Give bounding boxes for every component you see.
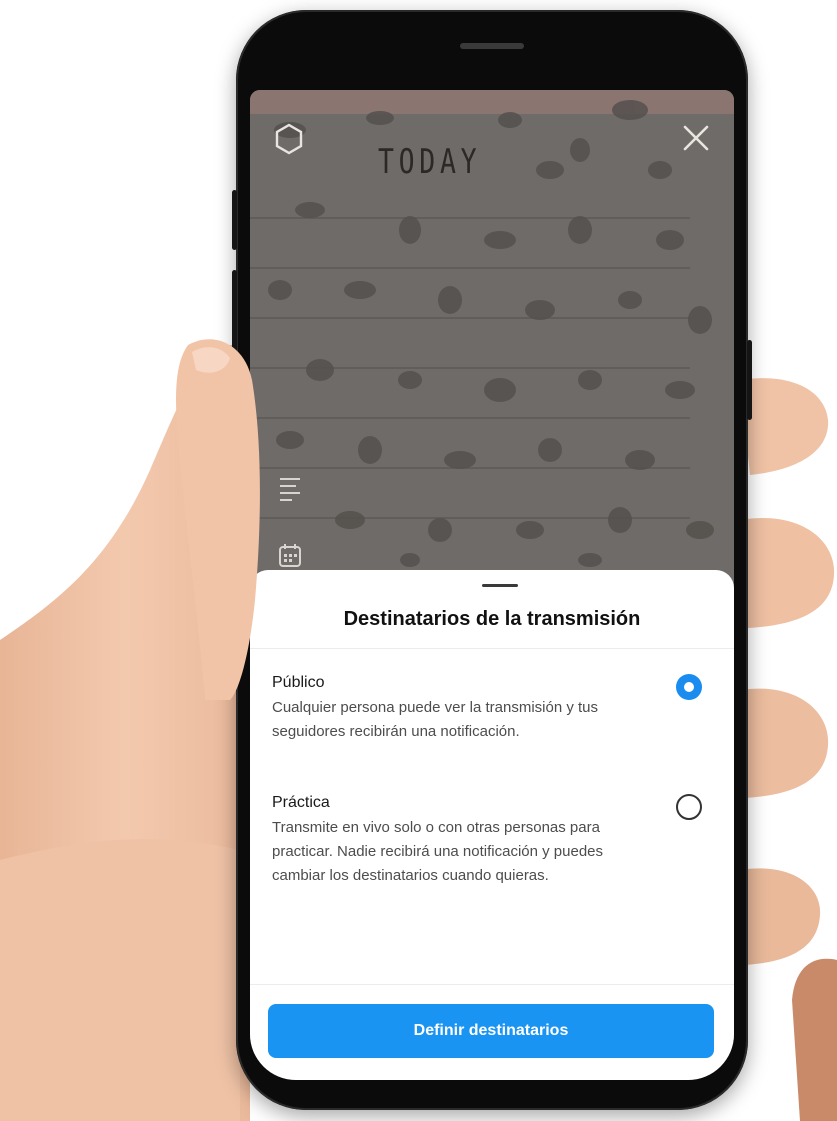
option-public-title: Público: [272, 674, 325, 691]
phone-screen: TODAY Destinatarios de la transmisión Pú…: [250, 90, 734, 1080]
footer-divider: [250, 984, 734, 985]
audience-bottom-sheet: Destinatarios de la transmisión Público …: [250, 570, 734, 1080]
option-practice-description: Transmite en vivo solo o con otras perso…: [272, 819, 604, 884]
photo-stage: TODAY Destinatarios de la transmisión Pú…: [0, 0, 837, 1121]
option-practice-title: Práctica: [272, 794, 330, 811]
close-icon[interactable]: [680, 122, 712, 154]
sheet-title: Destinatarios de la transmisión: [343, 608, 641, 630]
notebook-heading: TODAY: [378, 142, 482, 182]
volume-button-2: [232, 270, 237, 370]
title-divider: [250, 648, 734, 649]
sheet-drag-handle[interactable]: [482, 584, 518, 587]
smartphone: TODAY Destinatarios de la transmisión Pú…: [232, 10, 752, 1110]
earpiece: [460, 43, 524, 49]
option-public[interactable]: Público Cualquier persona puede ver la t…: [272, 672, 712, 744]
power-button: [747, 340, 752, 420]
define-audience-button[interactable]: Definir destinatarios: [268, 1004, 714, 1058]
option-public-description: Cualquier persona puede ver la transmisi…: [272, 699, 599, 740]
calendar-icon[interactable]: [278, 542, 302, 568]
option-practice[interactable]: Práctica Transmite en vivo solo o con ot…: [272, 792, 712, 888]
volume-button: [232, 190, 237, 250]
text-lines-icon[interactable]: [278, 476, 302, 502]
radio-public-selected[interactable]: [676, 674, 702, 700]
settings-gear-icon[interactable]: [272, 122, 306, 156]
radio-practice-unselected[interactable]: [676, 794, 702, 820]
